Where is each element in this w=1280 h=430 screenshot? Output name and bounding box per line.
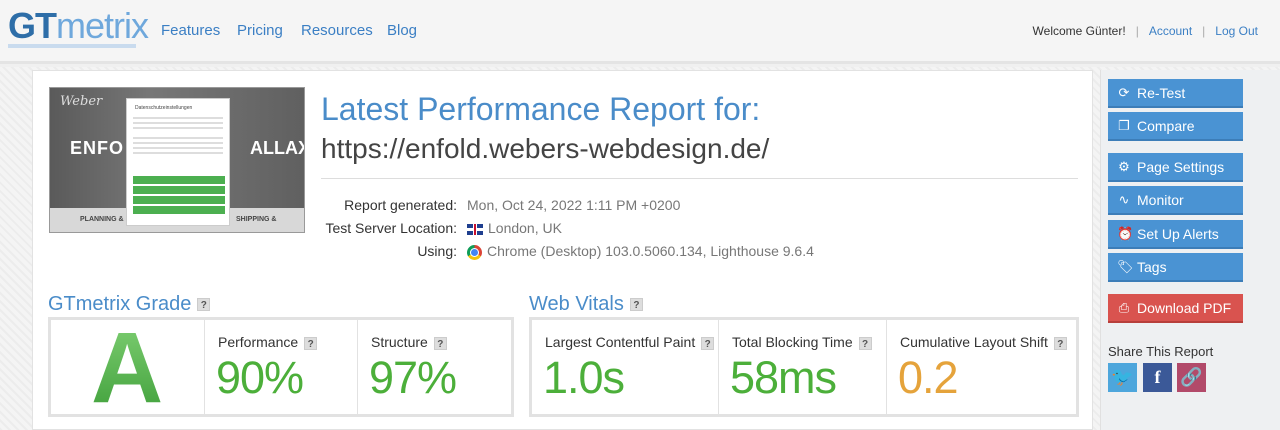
lcp-cell: Largest Contentful Paint? 1.0s [532,320,719,414]
structure-label: Structure [371,334,428,350]
tbt-label: Total Blocking Time [732,334,853,350]
twitter-icon: 🐦 [1111,367,1134,387]
lcp-value: 1.0s [543,352,625,403]
using-label-box: Using: [321,243,457,261]
thumb-bottom-right: SHIPPING & [236,216,277,223]
location-label-box: Test Server Location: [321,220,457,238]
tbt-cell: Total Blocking Time? 58ms [719,320,887,414]
report-panel: Weber ENFO ALLAX PLANNING & SHIPPING & D… [32,70,1093,430]
performance-cell: Performance? 90% [205,320,358,414]
report-url[interactable]: https://enfold.webers-webdesign.de/ [321,133,769,165]
divider: | [1135,24,1139,38]
performance-value: 90% [216,352,304,403]
help-icon[interactable]: ? [701,336,715,350]
user-bar: Welcome Günter! | Account | Log Out [1033,24,1258,38]
chrome-icon [467,244,482,260]
using-label: Using: [417,243,457,259]
monitor-button[interactable]: ∿ Monitor [1108,186,1243,215]
using-value-box: Chrome (Desktop) 103.0.5060.134, Lightho… [467,243,814,260]
generated-value: Mon, Oct 24, 2022 1:11 PM +0200 [467,197,681,213]
thumb-dialog-title: Datenschutzeinstellungen [135,105,193,111]
report-title: Latest Performance Report for: [321,91,761,127]
structure-cell: Structure? 97% [358,320,511,414]
nav-blog[interactable]: Blog [387,22,417,39]
thumb-heading-right: ALLAX [250,138,305,158]
alarm-clock-icon: ⏰ [1117,225,1134,241]
generated-label-box: Report generated: [321,197,457,215]
tag-icon: 🏷 [1117,258,1134,274]
nav-resources[interactable]: Resources [301,22,373,39]
pulse-icon: ∿ [1118,191,1130,207]
help-icon[interactable]: ? [858,336,872,350]
generated-label: Report generated: [344,197,457,213]
refresh-icon: ⟳ [1118,84,1130,100]
nav-features[interactable]: Features [161,22,220,39]
help-icon[interactable]: ? [629,298,643,312]
download-pdf-button[interactable]: ⎙ Download PDF [1108,294,1243,323]
performance-label: Performance [218,334,299,350]
lcp-label: Largest Contentful Paint [545,334,696,350]
using-value: Chrome (Desktop) 103.0.5060.134, Lightho… [487,243,814,259]
thumb-cookie-dialog: Datenschutzeinstellungen [126,98,230,226]
help-icon[interactable]: ? [1053,336,1067,350]
thumb-brand: Weber [60,94,103,109]
vitals-card: Largest Contentful Paint? 1.0s Total Blo… [529,317,1079,417]
grade-letter: A [91,320,163,414]
location-label: Test Server Location: [325,220,457,236]
logo-underline [8,44,136,48]
grade-letter-box: A [51,320,205,414]
top-header: GTmetrix Features Pricing Resources Blog… [0,0,1280,64]
vitals-section-title: Web Vitals? [529,293,643,316]
facebook-share-button[interactable]: f [1143,363,1172,392]
account-link[interactable]: Account [1149,24,1192,38]
cls-cell: Cumulative Layout Shift? 0.2 [887,320,1076,414]
structure-value: 97% [369,352,457,403]
help-icon[interactable]: ? [433,336,447,350]
divider: | [1202,24,1206,38]
cls-value: 0.2 [898,352,959,403]
tbt-value: 58ms [730,352,837,403]
divider [321,178,1078,179]
help-icon[interactable]: ? [304,336,318,350]
thumb-bottom-left: PLANNING & [80,216,124,223]
compare-button[interactable]: ❐ Compare [1108,112,1243,141]
action-sidebar: ⟳ Re-Test ❐ Compare ⚙ Page Settings ∿ Monito… [1100,70,1280,430]
cls-label: Cumulative Layout Shift [900,334,1048,350]
copy-icon: ❐ [1118,117,1130,133]
page-settings-button[interactable]: ⚙ Page Settings [1108,153,1243,182]
link-icon: 🔗 [1180,367,1203,387]
facebook-icon: f [1154,367,1161,387]
gear-icon: ⚙ [1118,158,1130,174]
generated-value-box: Mon, Oct 24, 2022 1:11 PM +0200 [467,197,680,213]
set-up-alerts-button[interactable]: ⏰ Set Up Alerts [1108,220,1243,249]
grade-card: A Performance? 90% Structure? 97% [48,317,514,417]
logout-link[interactable]: Log Out [1215,24,1258,38]
help-icon[interactable]: ? [197,298,211,312]
location-value: London, UK [488,220,562,236]
nav-pricing[interactable]: Pricing [237,22,283,39]
welcome-text: Welcome Günter! [1032,24,1126,38]
grade-section-title: GTmetrix Grade? [48,293,211,316]
thumb-heading-left: ENFO [70,138,125,158]
uk-flag-icon [467,223,483,235]
pdf-icon: ⎙ [1118,299,1130,315]
copy-link-button[interactable]: 🔗 [1177,363,1206,392]
location-value-box: London, UK [467,220,562,236]
retest-button[interactable]: ⟳ Re-Test [1108,79,1243,108]
gtmetrix-logo[interactable]: GTmetrix [8,8,149,44]
tags-button[interactable]: 🏷 Tags [1108,253,1243,282]
share-title: Share This Report [1108,344,1214,359]
twitter-share-button[interactable]: 🐦 [1108,363,1137,392]
page-screenshot-thumbnail[interactable]: Weber ENFO ALLAX PLANNING & SHIPPING & D… [49,87,305,233]
